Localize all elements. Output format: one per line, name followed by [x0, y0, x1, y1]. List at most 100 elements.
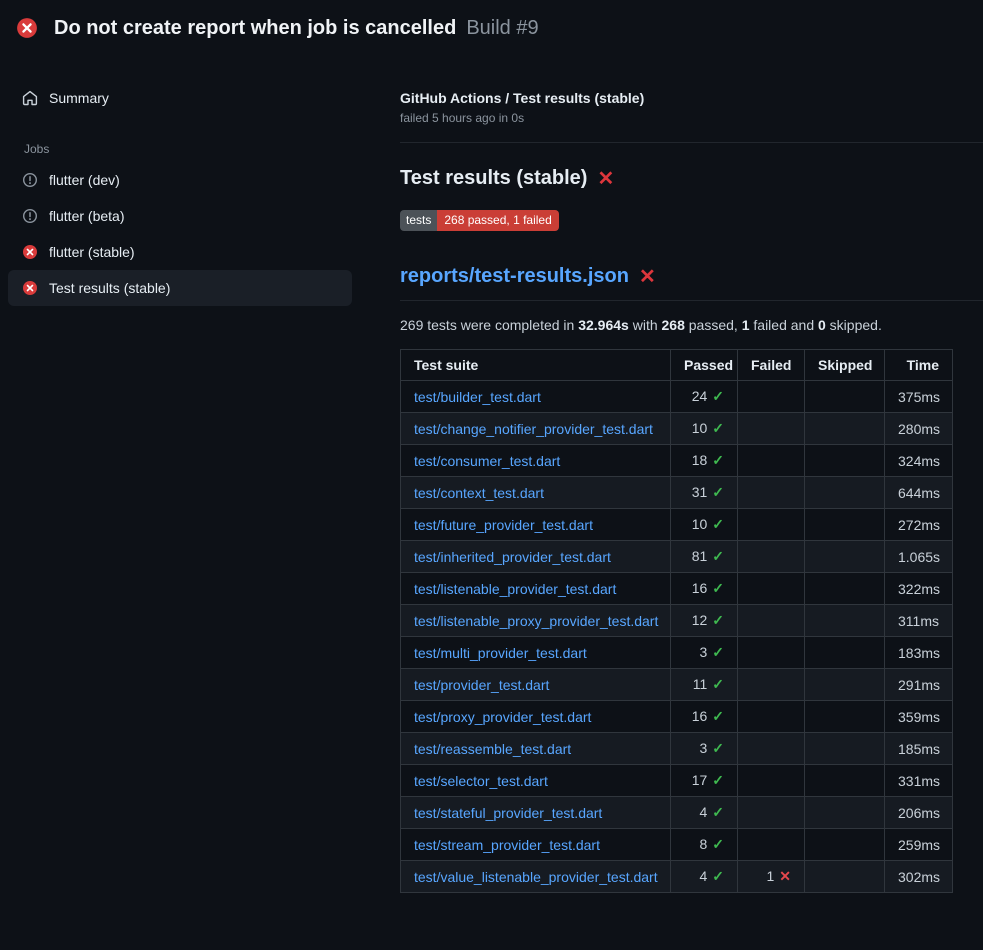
suite-cell: test/listenable_proxy_provider_test.dart	[401, 605, 671, 637]
check-icon: ✓	[712, 708, 724, 724]
passed-cell: 18✓	[671, 445, 738, 477]
check-icon: ✓	[712, 740, 724, 756]
passed-count: 31	[692, 484, 708, 500]
jobs-section-label: Jobs	[24, 142, 352, 156]
breadcrumb: GitHub Actions / Test results (stable)	[400, 90, 983, 106]
passed-cell: 3✓	[671, 637, 738, 669]
test-suite-link[interactable]: test/stream_provider_test.dart	[414, 837, 600, 853]
skipped-cell	[805, 669, 885, 701]
suite-cell: test/reassemble_test.dart	[401, 733, 671, 765]
time-cell: 331ms	[885, 765, 953, 797]
summary-duration: 32.964s	[578, 317, 629, 333]
failed-cell	[738, 669, 805, 701]
test-suite-row: test/stream_provider_test.dart8✓259ms	[401, 829, 953, 861]
test-suite-row: test/proxy_provider_test.dart16✓359ms	[401, 701, 953, 733]
test-suite-link[interactable]: test/stateful_provider_test.dart	[414, 805, 602, 821]
sidebar-item-flutter-beta[interactable]: flutter (beta)	[8, 198, 352, 234]
test-suite-row: test/listenable_provider_test.dart16✓322…	[401, 573, 953, 605]
report-file-link[interactable]: reports/test-results.json	[400, 265, 629, 288]
sidebar-item-test-results-stable[interactable]: Test results (stable)	[8, 270, 352, 306]
test-suite-link[interactable]: test/multi_provider_test.dart	[414, 645, 587, 661]
suite-cell: test/provider_test.dart	[401, 669, 671, 701]
run-status-line: failed 5 hours ago in 0s	[400, 111, 983, 125]
summary-passed-count: 268	[662, 317, 685, 333]
sidebar-item-summary[interactable]: Summary	[8, 80, 352, 116]
page-layout: Summary Jobs flutter (dev) flut	[0, 56, 983, 893]
tests-badge: tests 268 passed, 1 failed	[400, 210, 559, 231]
summary-skipped-count: 0	[818, 317, 826, 333]
build-number: Build #9	[466, 17, 538, 40]
failed-status-icon	[22, 280, 38, 296]
test-results-table: Test suite Passed Failed Skipped Time te…	[400, 349, 953, 893]
test-suite-row: test/multi_provider_test.dart 3✓ 183ms	[401, 637, 953, 669]
neutral-status-icon	[22, 172, 38, 188]
tests-badge-label: tests	[400, 210, 437, 231]
test-suite-link[interactable]: test/listenable_proxy_provider_test.dart	[414, 613, 658, 629]
test-suite-link[interactable]: test/builder_test.dart	[414, 389, 541, 405]
failed-cell	[738, 573, 805, 605]
test-summary-line: 269 tests were completed in 32.964s with…	[400, 317, 983, 333]
home-icon	[22, 90, 38, 106]
test-suite-row: test/builder_test.dart24✓375ms	[401, 381, 953, 413]
check-icon: ✓	[712, 452, 724, 468]
passed-cell: 12✓	[671, 605, 738, 637]
suite-cell: test/multi_provider_test.dart	[401, 637, 671, 669]
check-icon: ✓	[712, 644, 724, 660]
failed-cell	[738, 637, 805, 669]
test-suite-link[interactable]: test/context_test.dart	[414, 485, 544, 501]
time-cell: 291ms	[885, 669, 953, 701]
run-failed-status-icon	[16, 17, 38, 39]
col-header-passed: Passed	[671, 350, 738, 381]
time-cell: 311ms	[885, 605, 953, 637]
sidebar-item-label: Summary	[49, 90, 109, 106]
passed-count: 10	[692, 420, 708, 436]
test-suite-link[interactable]: test/proxy_provider_test.dart	[414, 709, 591, 725]
col-header-failed: Failed	[738, 350, 805, 381]
failed-cell	[738, 701, 805, 733]
test-suite-link[interactable]: test/value_listenable_provider_test.dart	[414, 869, 658, 885]
passed-count: 16	[692, 580, 708, 596]
test-suite-link[interactable]: test/future_provider_test.dart	[414, 517, 593, 533]
time-cell: 322ms	[885, 573, 953, 605]
check-icon: ✓	[712, 516, 724, 532]
test-suite-row: test/selector_test.dart17✓331ms	[401, 765, 953, 797]
skipped-cell	[805, 573, 885, 605]
passed-cell: 4✓	[671, 861, 738, 893]
suite-cell: test/builder_test.dart	[401, 381, 671, 413]
time-cell: 375ms	[885, 381, 953, 413]
skipped-cell	[805, 797, 885, 829]
time-cell: 644ms	[885, 477, 953, 509]
test-suite-row: test/change_notifier_provider_test.dart 1…	[401, 413, 953, 445]
failed-cell	[738, 605, 805, 637]
time-cell: 183ms	[885, 637, 953, 669]
check-icon: ✓	[712, 484, 724, 500]
main-content: GitHub Actions / Test results (stable) f…	[360, 56, 983, 893]
test-suite-link[interactable]: test/reassemble_test.dart	[414, 741, 571, 757]
test-suite-link[interactable]: test/listenable_provider_test.dart	[414, 581, 616, 597]
passed-count: 12	[692, 612, 708, 628]
test-suite-row: test/context_test.dart 31✓ 644ms	[401, 477, 953, 509]
failed-cell	[738, 381, 805, 413]
x-icon: ✕	[779, 868, 791, 884]
passed-count: 18	[692, 452, 708, 468]
run-header: Do not create report when job is cancell…	[0, 0, 983, 56]
test-suite-row: test/reassemble_test.dart3✓185ms	[401, 733, 953, 765]
test-suite-link[interactable]: test/provider_test.dart	[414, 677, 549, 693]
test-suite-link[interactable]: test/change_notifier_provider_test.dart	[414, 421, 653, 437]
passed-cell: 3✓	[671, 733, 738, 765]
sidebar-item-flutter-dev[interactable]: flutter (dev)	[8, 162, 352, 198]
check-icon: ✓	[712, 836, 724, 852]
time-cell: 324ms	[885, 445, 953, 477]
test-suite-row: test/provider_test.dart11✓291ms	[401, 669, 953, 701]
passed-count: 81	[692, 548, 708, 564]
tests-badge-value: 268 passed, 1 failed	[437, 210, 558, 231]
failed-cell	[738, 733, 805, 765]
check-icon: ✓	[712, 388, 724, 404]
test-suite-link[interactable]: test/consumer_test.dart	[414, 453, 560, 469]
suite-cell: test/stream_provider_test.dart	[401, 829, 671, 861]
test-suite-link[interactable]: test/inherited_provider_test.dart	[414, 549, 611, 565]
test-suite-row: test/consumer_test.dart 18✓ 324ms	[401, 445, 953, 477]
test-suite-link[interactable]: test/selector_test.dart	[414, 773, 548, 789]
suite-cell: test/context_test.dart	[401, 477, 671, 509]
sidebar-item-flutter-stable[interactable]: flutter (stable)	[8, 234, 352, 270]
